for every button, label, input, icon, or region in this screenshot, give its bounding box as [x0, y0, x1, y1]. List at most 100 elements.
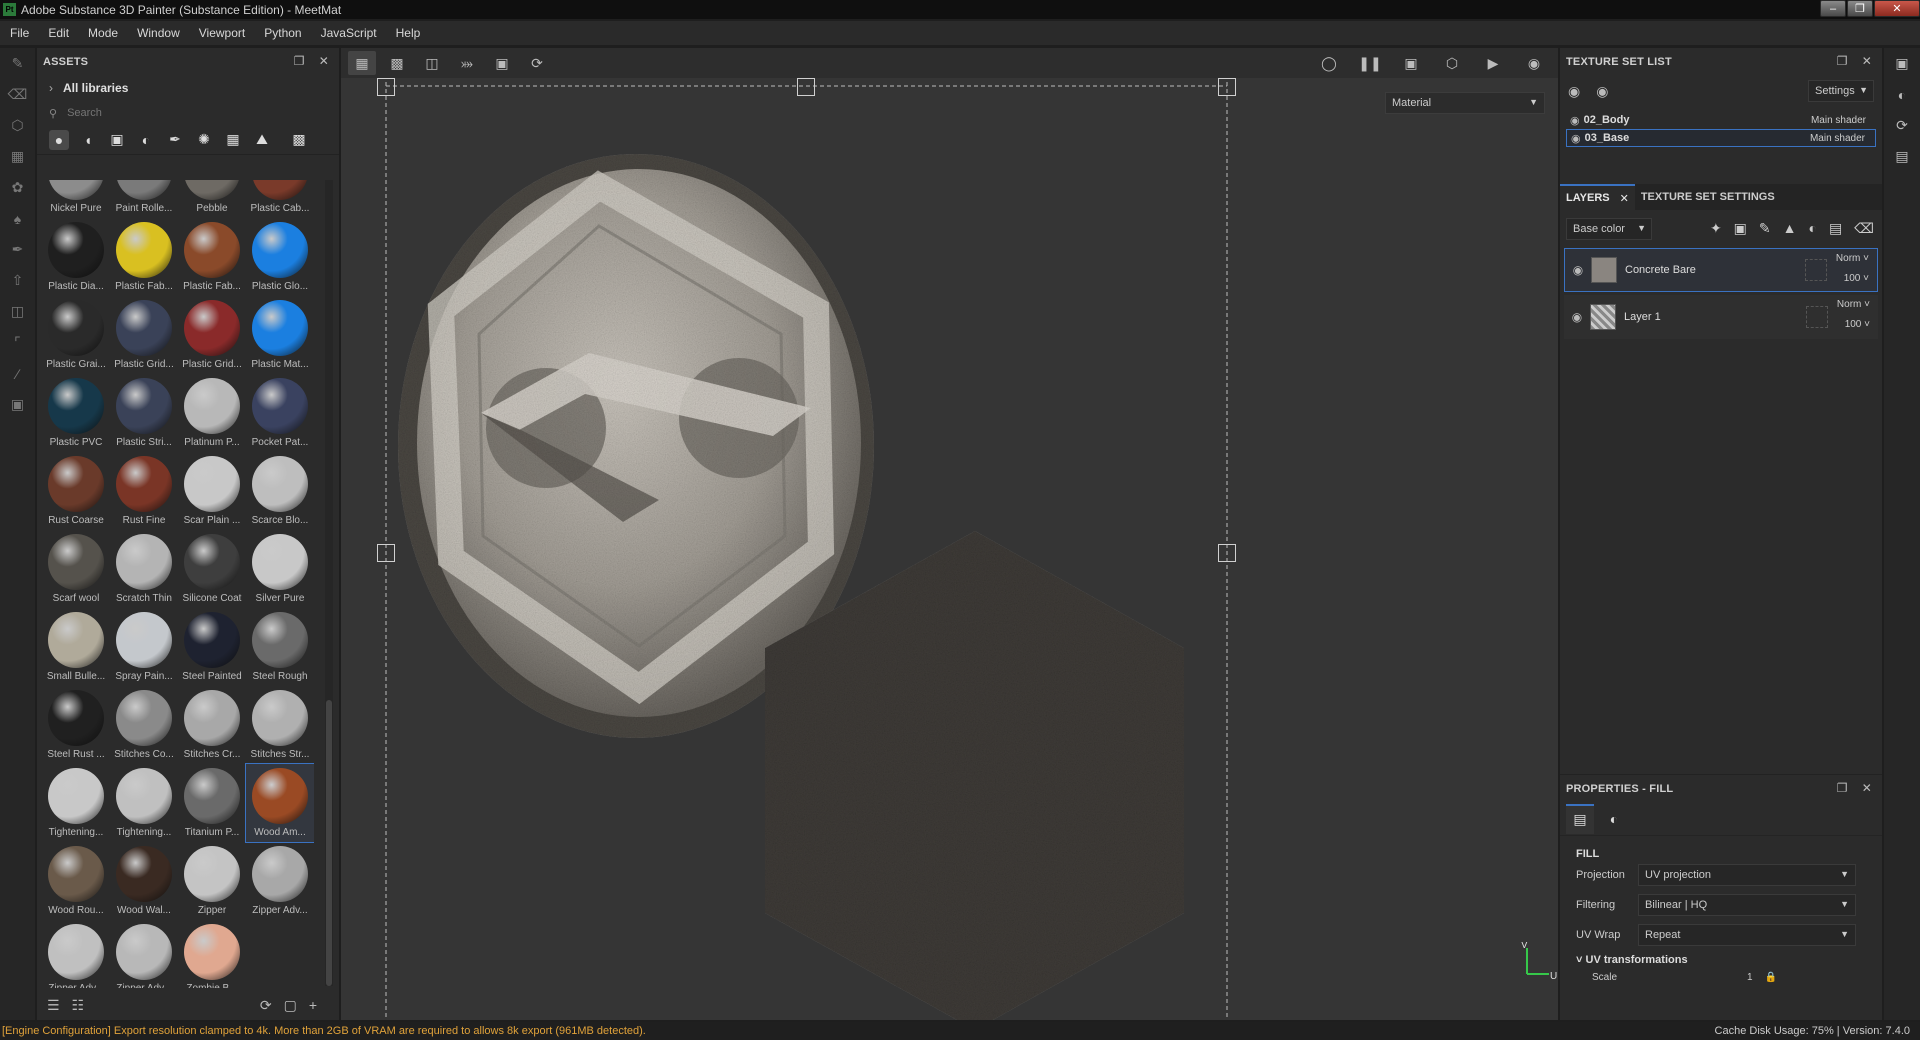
material-tile[interactable]: Plastic Cab... — [246, 180, 314, 218]
tile-view-icon[interactable]: ▩ — [383, 51, 411, 75]
menu-window[interactable]: Window — [137, 26, 180, 40]
uv-transformations-toggle[interactable]: ˅ UV transformations — [1560, 950, 1882, 966]
scale-value[interactable]: 1 — [1747, 972, 1753, 983]
blend-mode[interactable]: Norm ˅ — [1836, 253, 1869, 264]
add-mask-icon[interactable]: ▣ — [1734, 220, 1747, 237]
assets-scrollbar[interactable] — [325, 180, 333, 986]
add-effect-icon[interactable]: ✦ — [1710, 220, 1722, 237]
material-tile[interactable]: Steel Rust ... — [42, 686, 110, 764]
fit-view-icon[interactable]: ▣ — [488, 51, 516, 75]
material-tile[interactable]: Plastic Stri... — [110, 374, 178, 452]
transform-handle-mr[interactable] — [1218, 544, 1236, 562]
material-tile[interactable]: Plastic Mat... — [246, 296, 314, 374]
close-panel-icon[interactable]: ✕ — [319, 54, 329, 68]
library-selector[interactable]: › All libraries — [37, 75, 339, 101]
clone-stamp-icon[interactable]: ♠ — [0, 203, 35, 234]
material-tile[interactable]: Tightening... — [42, 764, 110, 842]
tab-material-properties-icon[interactable]: ◐ — [1600, 804, 1628, 834]
add-fill-layer-icon[interactable]: ▲ — [1783, 220, 1797, 237]
channel-select[interactable]: Base color ▼ — [1566, 218, 1652, 240]
layer-opacity[interactable]: 100 ˅ — [1845, 319, 1870, 330]
cube-view-icon[interactable]: ⬡ — [1438, 51, 1466, 75]
texture-set-row[interactable]: ◉ 02_Body Main shader — [1566, 111, 1876, 129]
bake-icon[interactable]: ⇧ — [0, 265, 35, 296]
shader-name[interactable]: Main shader — [1811, 115, 1866, 126]
filter-smart-materials-icon[interactable]: ◖ — [78, 130, 98, 150]
projection-icon[interactable]: ⬡ — [0, 110, 35, 141]
layer-row[interactable]: ◉ Concrete Bare Norm ˅ 100 ˅ — [1564, 248, 1878, 292]
layer-row[interactable]: ◉ Layer 1 Norm ˅ 100 ˅ — [1564, 295, 1878, 339]
eye-icon[interactable]: ◉ — [1596, 83, 1608, 100]
list-view-icon[interactable]: ☰ — [47, 997, 60, 1014]
undock-icon[interactable]: ❐ — [1837, 781, 1848, 795]
filter-generators-icon[interactable]: ◐ — [136, 130, 156, 150]
close-window-button[interactable]: ✕ — [1874, 0, 1920, 17]
tab-layers[interactable]: LAYERS ✕ — [1560, 184, 1635, 210]
viewport-2d[interactable]: ▦ ▩ ◫ ⤗ ▣ ⟳ ◯ ❚❚ ▣ ⬡ ▶ ◉ Material ▼ V U — [341, 48, 1558, 1020]
material-tile[interactable]: Steel Painted — [178, 608, 246, 686]
material-tile[interactable]: Plastic Grid... — [178, 296, 246, 374]
menu-mode[interactable]: Mode — [88, 26, 118, 40]
video-camera-icon[interactable]: ▶ — [1479, 51, 1507, 75]
tab-fill-properties-icon[interactable]: ▤ — [1566, 803, 1594, 834]
transform-handle-tm[interactable] — [797, 78, 815, 96]
ruler-icon[interactable]: ∕ — [0, 358, 35, 389]
material-tile[interactable]: Stitches Cr... — [178, 686, 246, 764]
close-tab-icon[interactable]: ✕ — [1620, 192, 1629, 205]
material-tile[interactable]: Zombie B... — [178, 920, 246, 988]
material-tile[interactable]: Scarce Blo... — [246, 452, 314, 530]
layer-opacity[interactable]: 100 ˅ — [1844, 273, 1869, 284]
transform-handle-ml[interactable] — [377, 544, 395, 562]
material-tile[interactable]: Silicone Coat — [178, 530, 246, 608]
material-tile[interactable]: Zipper Adv... — [246, 842, 314, 920]
details-view-icon[interactable]: ☷ — [72, 997, 85, 1014]
polygon-fill-icon[interactable]: ▦ — [0, 141, 35, 172]
material-tile[interactable]: Zipper Adv... — [110, 920, 178, 988]
material-tile[interactable]: Tightening... — [110, 764, 178, 842]
geometry-mask-icon[interactable]: ◫ — [0, 296, 35, 327]
scrollbar-thumb[interactable] — [326, 700, 332, 986]
measure-icon[interactable]: ⌜ — [0, 327, 35, 358]
blend-mode[interactable]: Norm ˅ — [1837, 299, 1870, 310]
transform-handle-tr[interactable] — [1218, 78, 1236, 96]
material-tile[interactable]: Wood Rou... — [42, 842, 110, 920]
material-tile[interactable]: Plastic Fab... — [110, 218, 178, 296]
uv-view-icon[interactable]: ▦ — [348, 51, 376, 75]
mirror-vertical-icon[interactable]: ⤗ — [453, 51, 481, 75]
menu-file[interactable]: File — [10, 26, 29, 40]
filter-textures-icon[interactable]: ▦ — [223, 130, 243, 150]
history-icon[interactable]: ⟳ — [1884, 110, 1920, 141]
projection-select[interactable]: UV projection ▼ — [1638, 864, 1856, 886]
filter-environments-icon[interactable]: ⛰ — [252, 130, 272, 150]
menu-edit[interactable]: Edit — [48, 26, 69, 40]
material-tile[interactable]: Rust Coarse — [42, 452, 110, 530]
filter-brushes-icon[interactable]: ✒ — [165, 130, 185, 150]
maximize-button[interactable]: ❐ — [1847, 0, 1873, 17]
view-mode-icon[interactable]: ▣ — [1397, 51, 1425, 75]
texture-set-row[interactable]: ◉ 03_Base Main shader — [1566, 129, 1876, 147]
hide-all-icon[interactable]: ◉ — [1568, 83, 1580, 100]
settings-dropdown[interactable]: Settings ▼ — [1808, 80, 1874, 102]
material-tile[interactable]: Stitches Str... — [246, 686, 314, 764]
filter-masks-icon[interactable]: ▣ — [107, 130, 127, 150]
material-tile[interactable]: Pocket Pat... — [246, 374, 314, 452]
screenshot-camera-icon[interactable]: ◉ — [1520, 51, 1548, 75]
search-input[interactable] — [67, 107, 288, 119]
delete-layer-icon[interactable]: ⌫ — [1854, 220, 1874, 237]
add-smart-material-icon[interactable]: ◐ — [1809, 220, 1817, 237]
eye-icon[interactable]: ◉ — [1570, 114, 1580, 127]
filtering-select[interactable]: Bilinear | HQ ▼ — [1638, 894, 1856, 916]
log-icon[interactable]: ▤ — [1884, 141, 1920, 172]
material-tile[interactable]: Small Bulle... — [42, 608, 110, 686]
close-panel-icon[interactable]: ✕ — [1862, 54, 1872, 68]
grid-view-icon[interactable]: ▩ — [289, 130, 309, 150]
menu-python[interactable]: Python — [264, 26, 301, 40]
camera-icon[interactable]: ▣ — [0, 389, 35, 420]
minimize-button[interactable]: – — [1820, 0, 1846, 17]
picker-icon[interactable]: ✒ — [0, 234, 35, 265]
display-settings-icon[interactable]: ▣ — [1884, 48, 1920, 79]
paint-brush-icon[interactable]: ✎ — [0, 48, 35, 79]
material-tile[interactable]: Zipper Adv... — [42, 920, 110, 988]
uvwrap-select[interactable]: Repeat ▼ — [1638, 924, 1856, 946]
material-tile[interactable]: Scratch Thin — [110, 530, 178, 608]
